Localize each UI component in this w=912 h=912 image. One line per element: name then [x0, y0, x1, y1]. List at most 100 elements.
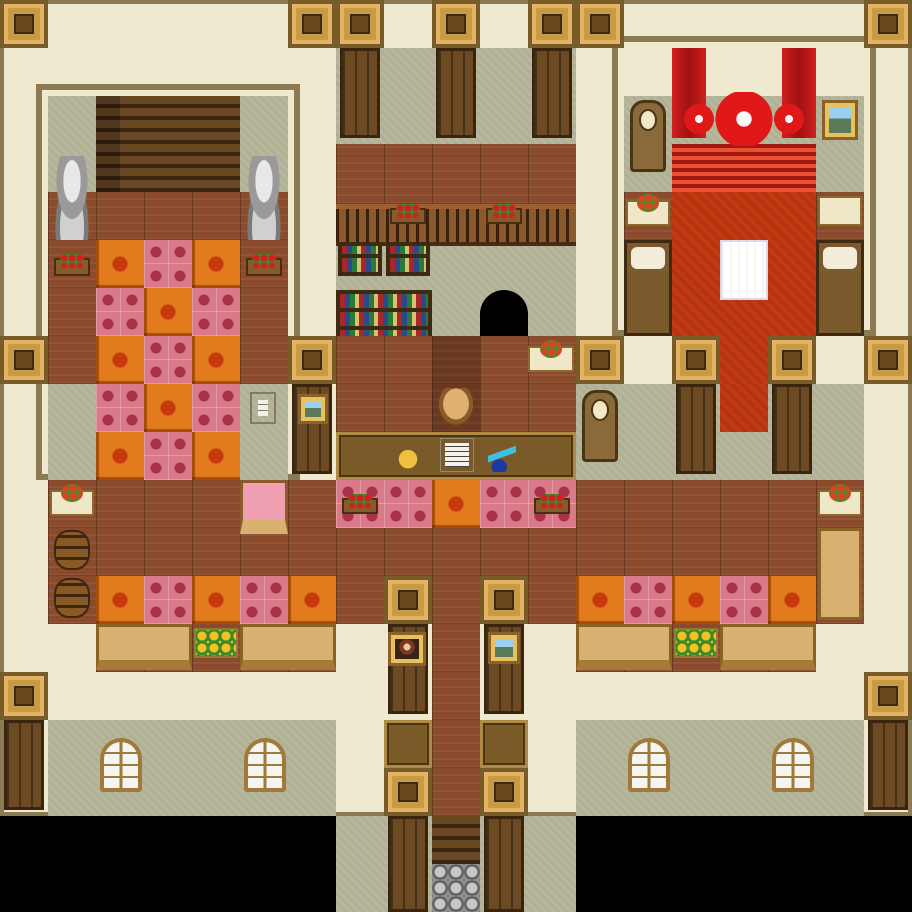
left-dining-table-1[interactable] — [96, 624, 192, 670]
railing-flowers-2 — [486, 204, 522, 224]
corridor-portrait — [388, 632, 426, 666]
top-door-2[interactable] — [436, 48, 476, 138]
pillar-top-7 — [864, 0, 912, 48]
bottom-right-wall — [576, 720, 864, 816]
left-flowerbed — [194, 628, 238, 658]
corridor-pillar-1 — [384, 576, 432, 624]
corridor-panel-right — [480, 720, 528, 768]
stair-hall-rug-tile-3 — [144, 288, 192, 336]
bed-left[interactable] — [624, 240, 672, 336]
right-hall-door-1[interactable] — [676, 384, 716, 474]
game-map — [0, 0, 912, 912]
center-upper-floor — [336, 144, 576, 204]
bedroom-white-table[interactable] — [720, 240, 768, 300]
bed-right[interactable] — [816, 240, 864, 336]
service-bell-icon[interactable] — [396, 440, 420, 472]
top-door-1[interactable] — [340, 48, 380, 138]
pillar-right-inner — [576, 336, 624, 384]
corridor-panel-left — [384, 720, 432, 768]
left-hall-side-table — [50, 484, 94, 516]
window-1 — [100, 738, 142, 792]
stair-hall-rug-tile-4 — [96, 336, 144, 384]
small-bookshelf-2 — [386, 242, 430, 276]
window-3 — [628, 738, 670, 792]
balcony-railing — [336, 204, 576, 246]
exit-cobblestone[interactable] — [432, 864, 480, 912]
pillar-left-inner — [288, 336, 336, 384]
stair-hall-rug-tile-5 — [192, 336, 240, 384]
tea-chair-left[interactable] — [684, 104, 714, 134]
right-lower-rug-tile-3 — [768, 576, 816, 624]
left-lower-rug-tile-2 — [192, 576, 240, 624]
wall-notice[interactable] — [250, 392, 276, 424]
pillar-left-outer — [0, 336, 48, 384]
bedroom-clock — [630, 100, 666, 172]
left-dining-table-2[interactable] — [240, 624, 336, 670]
window-2 — [244, 738, 286, 792]
small-bookshelf-1 — [338, 242, 382, 276]
stair-hall-rug-tile-2 — [192, 240, 240, 288]
exit-door-right[interactable] — [484, 816, 524, 912]
bedroom-vanity — [818, 196, 862, 226]
alcove-stair — [672, 144, 816, 192]
corridor-pillar-3 — [384, 768, 432, 816]
right-hall-door-2[interactable] — [772, 384, 812, 474]
right-lower-rug-tile-1 — [576, 576, 624, 624]
left-lower-rug-tile-1 — [96, 576, 144, 624]
top-door-3[interactable] — [532, 48, 572, 138]
pillar-top-6 — [576, 0, 624, 48]
right-lower-rug-tile-2 — [672, 576, 720, 624]
reception-stool[interactable] — [436, 388, 476, 428]
corridor-pillar-2 — [480, 576, 528, 624]
corridor-landscape-painting — [488, 632, 520, 664]
pillar-top-3 — [336, 0, 384, 48]
left-flowerbox-1 — [54, 254, 90, 276]
pillar-top-4 — [432, 0, 480, 48]
stair-hall-rug-tile-1 — [96, 240, 144, 288]
window-4 — [772, 738, 814, 792]
bottom-left-wall — [48, 720, 336, 816]
right-flowerbed — [674, 628, 718, 658]
storage-crate[interactable] — [818, 528, 862, 620]
counter-flowers-left — [342, 494, 378, 514]
left-hall-painting — [298, 394, 328, 424]
pillar-right-mid1 — [672, 336, 720, 384]
pillar-bottom-right — [864, 672, 912, 720]
guest-ledger[interactable] — [440, 438, 474, 472]
doorway-arch[interactable] — [480, 290, 528, 336]
stair-hall-rug-tile-8 — [192, 432, 240, 480]
right-dining-table-2[interactable] — [720, 624, 816, 670]
tea-table[interactable] — [714, 92, 774, 146]
bottom-right-door[interactable] — [868, 720, 908, 810]
pillar-top-5 — [528, 0, 576, 48]
barrel-2[interactable] — [54, 578, 90, 618]
left-statue — [48, 156, 96, 240]
stair-shadow — [96, 96, 120, 192]
left-lower-rug-tile-3 — [288, 576, 336, 624]
exit-steps[interactable] — [432, 816, 480, 864]
railing-flowers-1 — [390, 204, 426, 224]
bedroom-painting — [822, 100, 858, 140]
right-dining-table-1[interactable] — [576, 624, 672, 670]
left-hall-wall-a — [48, 384, 96, 480]
stair-hall-rug-tile-6 — [144, 384, 192, 432]
bedroom-side-table — [626, 194, 670, 226]
bottom-left-door[interactable] — [4, 720, 44, 810]
hall-clock — [582, 390, 618, 462]
barrel-1[interactable] — [54, 530, 90, 570]
tea-chair-right[interactable] — [774, 104, 804, 134]
reception-side-table — [528, 340, 574, 372]
right-hall-side-table — [818, 484, 862, 516]
pillar-bottom-left — [0, 672, 48, 720]
exit-door-left[interactable] — [388, 816, 428, 912]
quill-inkwell-icon[interactable] — [488, 438, 516, 472]
reception-rug-tile-1 — [432, 480, 480, 528]
corridor-pillar-4 — [480, 768, 528, 816]
entrance-corridor-floor — [432, 528, 480, 816]
stair-hall-rug-tile-7 — [96, 432, 144, 480]
pillar-right-outer — [864, 336, 912, 384]
pillar-right-mid2 — [768, 336, 816, 384]
right-statue — [240, 156, 288, 240]
pillar-top-2 — [288, 0, 336, 48]
pink-cushion-bench[interactable] — [240, 480, 288, 534]
